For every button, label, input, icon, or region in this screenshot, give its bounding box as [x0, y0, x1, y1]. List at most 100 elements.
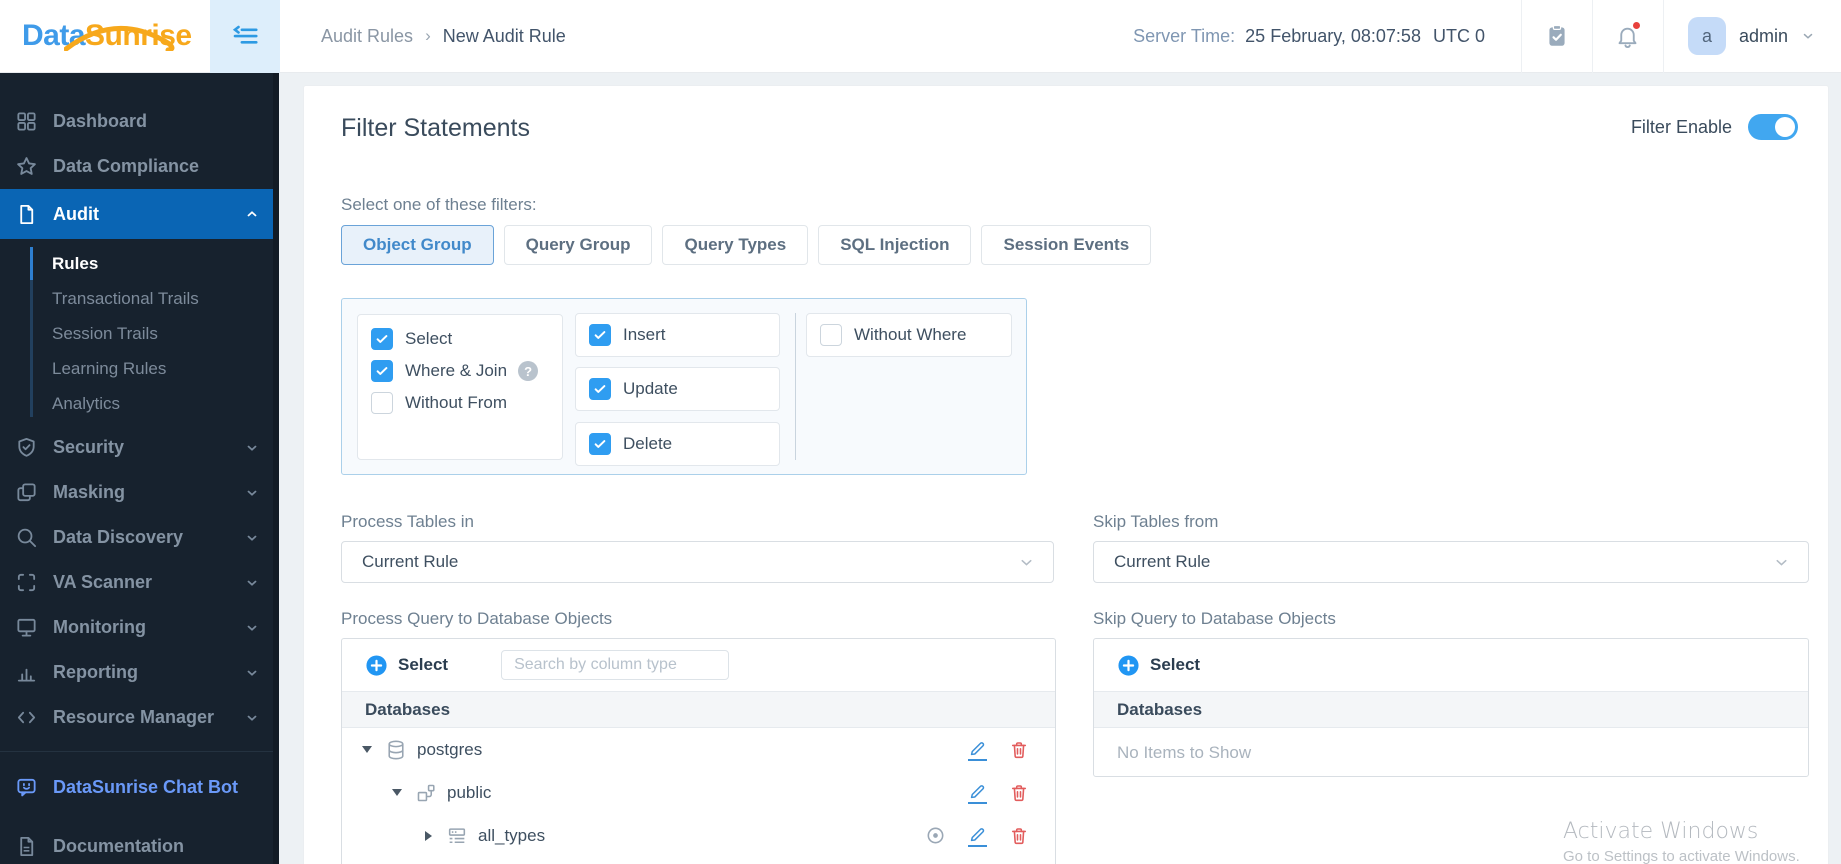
statement-filters-panel: Select Where & Join ? Without From Inser… — [341, 298, 1027, 475]
filter-statements-card: Filter Statements Filter Enable Select o… — [303, 85, 1829, 864]
process-query-objects-box: Select Databases postgres public — [341, 638, 1056, 864]
shield-check-icon — [13, 434, 40, 461]
row-actions — [925, 825, 1029, 847]
checkbox-label: Without Where — [854, 325, 967, 344]
sidebar-subitem-rules[interactable]: Rules — [0, 246, 279, 281]
plus-circle-icon — [1118, 654, 1139, 676]
object-select-toolbar: Select — [342, 639, 1055, 691]
sidebar-item-dashboard[interactable]: Dashboard — [0, 99, 279, 144]
skip-tables-select[interactable]: Current Rule — [1093, 541, 1809, 583]
edit-icon[interactable] — [968, 782, 987, 804]
filter-enable-control: Filter Enable — [1631, 114, 1798, 140]
tab-session-events[interactable]: Session Events — [981, 225, 1152, 265]
without-where-box: Without Where — [806, 313, 1012, 357]
sidebar-subitem-learning-rules[interactable]: Learning Rules — [0, 351, 279, 386]
delete-icon[interactable] — [1009, 826, 1029, 846]
update-checkbox[interactable] — [589, 378, 611, 400]
row-actions — [968, 739, 1029, 761]
sidebar-item-reporting[interactable]: Reporting — [0, 650, 279, 695]
caret-right-icon[interactable] — [422, 830, 434, 841]
subitem-label: Rules — [52, 253, 99, 273]
code-icon — [13, 704, 40, 731]
database-icon — [384, 738, 408, 762]
sidebar-collapse-button[interactable] — [210, 0, 280, 73]
delete-icon[interactable] — [1009, 740, 1029, 760]
sidebar-item-va-scanner[interactable]: VA Scanner — [0, 560, 279, 605]
subitem-label: Session Trails — [52, 323, 158, 343]
edit-icon[interactable] — [968, 825, 987, 847]
where-join-checkbox[interactable] — [371, 360, 393, 382]
sidebar-item-data-compliance[interactable]: Data Compliance — [0, 144, 279, 189]
sidebar-item-label: Security — [53, 437, 125, 457]
sidebar-item-masking[interactable]: Masking — [0, 470, 279, 515]
datasunrise-logo[interactable]: Data Sunrise — [0, 19, 210, 53]
delete-checkbox[interactable] — [589, 433, 611, 455]
sidebar-item-label: Documentation — [53, 836, 185, 856]
edit-icon[interactable] — [968, 739, 987, 761]
select-checkbox[interactable] — [371, 328, 393, 350]
without-where-checkbox[interactable] — [820, 324, 842, 346]
caret-down-icon[interactable] — [361, 746, 373, 753]
breadcrumb-parent-link[interactable]: Audit Rules — [321, 26, 413, 47]
server-time: Server Time: 25 February, 08:07:58 UTC 0 — [1133, 26, 1485, 47]
sidebar-item-label: Data Discovery — [53, 527, 184, 547]
help-icon[interactable]: ? — [518, 361, 539, 381]
tree-row-schema[interactable]: public — [342, 771, 1055, 814]
checkbox-label: Where & Join — [405, 361, 508, 380]
bar-chart-icon — [13, 659, 40, 686]
sidebar-item-data-discovery[interactable]: Data Discovery — [0, 515, 279, 560]
chevron-down-icon — [245, 576, 259, 590]
tab-query-group[interactable]: Query Group — [503, 225, 653, 265]
delete-statement-box: Delete — [575, 422, 780, 466]
process-tables-select[interactable]: Current Rule — [341, 541, 1054, 583]
tree-row-table[interactable]: all_types — [342, 814, 1055, 857]
user-menu[interactable]: a admin — [1664, 17, 1841, 55]
process-query-label: Process Query to Database Objects — [341, 609, 613, 628]
delete-icon[interactable] — [1009, 783, 1029, 803]
insert-checkbox[interactable] — [589, 324, 611, 346]
checkbox-label: Delete — [623, 434, 673, 453]
skip-tables-label: Skip Tables from — [1093, 512, 1219, 531]
subitem-label: Analytics — [52, 393, 121, 413]
sidebar-subitem-session-trails[interactable]: Session Trails — [0, 316, 279, 351]
tree-row-database[interactable]: postgres — [342, 728, 1055, 771]
app-header: Data Sunrise Audit Rules › New Audit Rule… — [0, 0, 1841, 73]
notifications-button[interactable] — [1593, 0, 1663, 73]
toggle-knob — [1775, 117, 1795, 137]
logo-word-data: Data — [22, 19, 86, 52]
filter-enable-toggle[interactable] — [1748, 114, 1798, 140]
sidebar-item-label: Audit — [53, 203, 99, 224]
server-time-zone: UTC 0 — [1432, 25, 1485, 46]
search-input[interactable] — [501, 650, 730, 680]
without-from-checkbox[interactable] — [371, 392, 393, 414]
document-icon — [13, 201, 40, 228]
breadcrumb-current: New Audit Rule — [442, 25, 566, 46]
sidebar-item-label: Dashboard — [53, 111, 148, 131]
menu-fold-icon — [232, 25, 258, 44]
sidebar-subitem-transactional-trails[interactable]: Transactional Trails — [0, 281, 279, 316]
tab-object-group[interactable]: Object Group — [341, 225, 494, 265]
tab-sql-injection[interactable]: SQL Injection — [818, 225, 972, 265]
caret-down-icon[interactable] — [391, 789, 403, 796]
tasks-button[interactable] — [1522, 0, 1592, 73]
sidebar-subitem-analytics[interactable]: Analytics — [0, 386, 279, 421]
select-filters-label: Select one of these filters: — [341, 195, 537, 214]
chat-bot-icon — [13, 774, 40, 801]
notification-dot — [1631, 20, 1641, 30]
table-icon — [445, 824, 469, 848]
sidebar-item-label: Monitoring — [53, 617, 146, 637]
sidebar-item-audit[interactable]: Audit — [0, 189, 279, 239]
page-title: Filter Statements — [341, 114, 530, 142]
sidebar-item-monitoring[interactable]: Monitoring — [0, 605, 279, 650]
view-icon[interactable] — [925, 825, 946, 846]
sidebar-item-chat-bot[interactable]: DataSunrise Chat Bot — [0, 762, 279, 812]
sidebar-item-documentation[interactable]: Documentation — [0, 824, 279, 864]
panel-divider — [795, 313, 796, 460]
chevron-down-icon — [245, 666, 259, 680]
select-objects-button[interactable]: Select — [1150, 655, 1200, 675]
user-name: admin — [1738, 25, 1788, 46]
tab-query-types[interactable]: Query Types — [662, 225, 809, 265]
sidebar-item-resource-manager[interactable]: Resource Manager — [0, 695, 279, 740]
select-objects-button[interactable]: Select — [398, 655, 448, 675]
sidebar-item-security[interactable]: Security — [0, 425, 279, 470]
